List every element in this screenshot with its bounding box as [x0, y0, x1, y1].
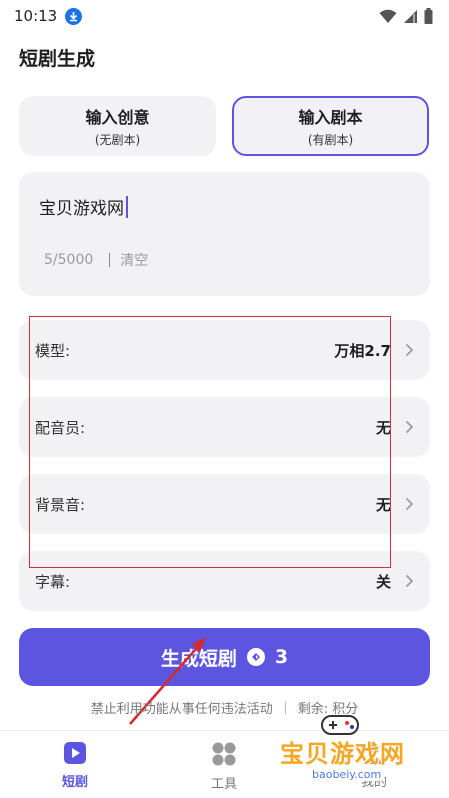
chevron-right-icon: [405, 497, 414, 511]
text-caret: [126, 195, 128, 218]
legal-notice: 禁止利用功能从事任何违法活动: [90, 702, 273, 717]
nav-item-drama[interactable]: 短剧: [35, 741, 115, 790]
generate-button-label: 生成短剧: [160, 647, 237, 670]
notice-row: 禁止利用功能从事任何违法活动 剩余: 积分: [0, 698, 449, 717]
setting-row-model[interactable]: 模型: 万相2.7: [19, 320, 430, 380]
battery-icon: [424, 8, 433, 24]
clear-button[interactable]: 清空: [120, 250, 148, 270]
grid-icon: [212, 742, 236, 766]
setting-row-voice[interactable]: 配音员: 无: [19, 397, 430, 457]
tab-input-idea-sub: (无剧本): [94, 133, 141, 147]
script-input[interactable]: 宝贝游戏网: [39, 194, 128, 219]
setting-label: 模型:: [35, 341, 71, 360]
wifi-icon: [379, 9, 397, 23]
nav-label: 我的: [360, 775, 387, 790]
setting-row-subtitle[interactable]: 字幕: 关: [19, 551, 430, 611]
setting-value: 关: [375, 572, 391, 591]
generate-drama-button[interactable]: 生成短剧 3: [19, 628, 430, 686]
download-icon: [65, 7, 83, 25]
setting-label: 背景音:: [35, 495, 86, 514]
nav-label: 工具: [210, 777, 237, 792]
counter-divider: [109, 253, 111, 267]
credit-icon: [246, 648, 265, 666]
signal-icon: [404, 9, 417, 23]
setting-value: 无: [375, 495, 391, 514]
tab-input-script-label: 输入剧本: [298, 108, 363, 127]
char-counter: 5/5000: [44, 252, 94, 268]
status-right: [379, 8, 433, 24]
setting-value: 无: [375, 418, 391, 437]
chevron-right-icon: [405, 574, 414, 588]
status-left: 10:13: [14, 7, 83, 25]
counter-row: 5/5000 清空: [44, 250, 148, 270]
tab-input-idea-label: 输入创意: [85, 108, 150, 127]
page-title: 短剧生成: [19, 48, 96, 70]
bottom-nav: 短剧 工具 我的: [0, 730, 449, 798]
script-input-box[interactable]: 宝贝游戏网 5/5000 清空: [19, 172, 430, 296]
credit-balance: 剩余: 积分: [297, 702, 359, 717]
tab-input-script[interactable]: 输入剧本 (有剧本): [232, 96, 429, 156]
script-input-value: 宝贝游戏网: [39, 199, 124, 219]
tab-input-idea[interactable]: 输入创意 (无剧本): [19, 96, 216, 156]
nav-item-mine[interactable]: 我的: [334, 741, 414, 790]
tab-input-script-sub: (有剧本): [307, 133, 354, 147]
chevron-right-icon: [405, 420, 414, 434]
nav-item-tools[interactable]: 工具: [184, 741, 264, 792]
setting-row-bgm[interactable]: 背景音: 无: [19, 474, 430, 534]
status-bar: 10:13: [0, 0, 449, 32]
notice-divider: [284, 701, 286, 714]
play-icon: [64, 742, 86, 764]
chevron-right-icon: [405, 343, 414, 357]
status-time: 10:13: [14, 7, 58, 25]
setting-label: 配音员:: [35, 418, 86, 437]
setting-value: 万相2.7: [334, 341, 391, 360]
setting-label: 字幕:: [35, 572, 71, 591]
nav-label: 短剧: [61, 775, 88, 790]
generate-cost: 3: [274, 646, 289, 668]
person-icon: [364, 744, 384, 764]
